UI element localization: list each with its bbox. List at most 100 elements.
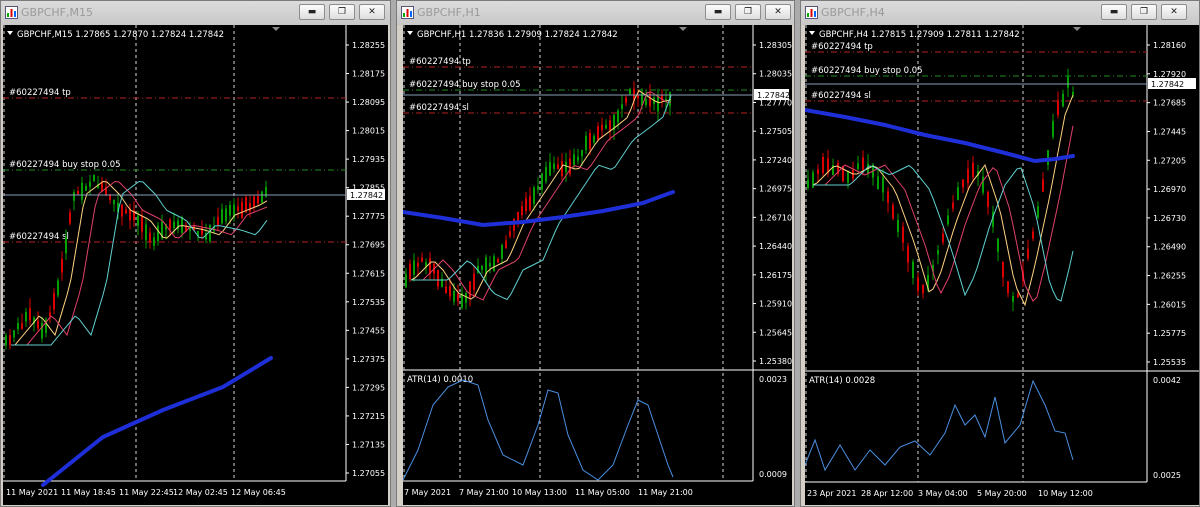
- indicator-scale-max: 0.0042: [1153, 376, 1181, 385]
- current-price-label: 1.27842: [350, 191, 383, 200]
- chart-icon: [805, 6, 818, 19]
- price-chart[interactable]: GBPCHF,H1 1.27836 1.27909 1.27824 1.2784…: [403, 25, 792, 505]
- time-tick-label: 23 Apr 2021: [807, 489, 856, 498]
- candle-bear: [521, 206, 523, 216]
- price-tick-label: 1.27375: [352, 355, 385, 364]
- close-button[interactable]: ✕: [765, 4, 791, 20]
- moving-average-200: [41, 356, 273, 487]
- candle-bull: [65, 236, 67, 254]
- candle-bull: [465, 292, 467, 303]
- restore-icon: ❐: [743, 7, 753, 17]
- price-tick-label: 1.27295: [352, 383, 385, 392]
- candle-bull: [657, 95, 659, 112]
- price-tick-label: 1.27455: [352, 326, 385, 335]
- candle-bear: [169, 219, 171, 230]
- candle-bull: [947, 215, 949, 225]
- candle-bull: [605, 124, 607, 129]
- candle-bull: [629, 89, 631, 95]
- candle-bear: [1002, 261, 1004, 278]
- candle-bull: [549, 162, 551, 176]
- time-tick-label: 5 May 20:00: [977, 489, 1027, 498]
- candle-bull: [537, 186, 539, 190]
- candle-bull: [261, 191, 263, 203]
- candle-bear: [1032, 231, 1034, 239]
- price-tick-label: 1.27215: [352, 412, 385, 421]
- candle-bull: [621, 104, 623, 109]
- order-label-sl: #60227494 sl: [811, 91, 871, 101]
- price-tick-label: 1.28035: [759, 70, 792, 79]
- window-titlebar[interactable]: GBPCHF,H4 ▬ ❐ ✕: [801, 1, 1199, 25]
- candle-bull: [73, 192, 75, 201]
- price-tick-label: 1.26730: [1153, 214, 1186, 223]
- order-label-entry: #60227494 buy stop 0.05: [9, 160, 121, 170]
- candle-bear: [822, 156, 824, 174]
- chart-window-h1[interactable]: GBPCHF,H1 ▬ ❐ ✕ GBPCHF,H1 1.27836 1.2790…: [396, 0, 795, 507]
- window-titlebar[interactable]: GBPCHF,M15 ▬ ❐ ✕: [1, 1, 390, 25]
- window-titlebar[interactable]: GBPCHF,H1 ▬ ❐ ✕: [397, 1, 794, 25]
- restore-button[interactable]: ❐: [735, 4, 761, 20]
- chart-canvas[interactable]: GBPCHF,H4 1.27815 1.27909 1.27811 1.2784…: [805, 25, 1199, 505]
- minimize-button[interactable]: ▬: [705, 4, 731, 20]
- chart-canvas[interactable]: GBPCHF,H1 1.27836 1.27909 1.27824 1.2784…: [403, 25, 792, 505]
- candle-bear: [249, 203, 251, 212]
- candle-bull: [153, 237, 155, 246]
- candle-bear: [987, 191, 989, 207]
- candle-bull: [41, 323, 43, 339]
- candle-bull: [493, 256, 495, 271]
- chart-menu-arrow: [407, 31, 413, 35]
- moving-average-line: [812, 94, 1074, 307]
- candle-bear: [437, 270, 439, 287]
- price-tick-label: 1.28255: [352, 41, 385, 50]
- chart-canvas[interactable]: GBPCHF,M15 1.27865 1.27870 1.27824 1.278…: [3, 25, 388, 505]
- candle-bear: [473, 273, 475, 290]
- window-title: GBPCHF,H4: [821, 6, 885, 19]
- window-title: GBPCHF,H1: [417, 6, 481, 19]
- moving-average-line: [411, 91, 672, 301]
- candle-bull: [17, 323, 19, 330]
- candle-bull: [137, 215, 139, 226]
- minimize-button[interactable]: ▬: [299, 4, 325, 20]
- chart-window-h4[interactable]: GBPCHF,H4 ▬ ❐ ✕ GBPCHF,H4 1.27815 1.2790…: [800, 0, 1200, 507]
- indicator-scale-min: 0.0025: [1153, 471, 1181, 480]
- candle-bear: [962, 179, 964, 188]
- order-label-tp: #60227494 tp: [811, 42, 873, 52]
- close-button[interactable]: ✕: [1161, 4, 1187, 20]
- price-tick-label: 1.26710: [759, 213, 792, 222]
- close-button[interactable]: ✕: [359, 4, 385, 20]
- candle-bear: [409, 263, 411, 280]
- chart-window-m15[interactable]: GBPCHF,M15 ▬ ❐ ✕ GBPCHF,M15 1.27865 1.27…: [0, 0, 391, 507]
- candle-bull: [225, 208, 227, 222]
- minimize-button[interactable]: ▬: [1101, 4, 1127, 20]
- candle-bull: [13, 330, 15, 338]
- price-tick-label: 1.26440: [759, 242, 792, 251]
- candle-bear: [509, 231, 511, 237]
- time-tick-label: 11 May 18:45: [61, 488, 116, 497]
- candle-bear: [569, 158, 571, 175]
- time-tick-label: 7 May 2021: [404, 488, 451, 497]
- candle-bull: [1067, 76, 1069, 88]
- price-chart[interactable]: GBPCHF,H4 1.27815 1.27909 1.27811 1.2784…: [805, 25, 1199, 505]
- candle-bear: [557, 164, 559, 169]
- restore-icon: ❐: [337, 7, 347, 17]
- candle-bull: [405, 273, 407, 287]
- candle-bull: [489, 263, 491, 267]
- order-label-sl: #60227494 sl: [9, 232, 69, 242]
- atr-line: [805, 379, 1074, 472]
- candle-bear: [529, 195, 531, 211]
- price-tick-label: 1.26970: [1153, 185, 1186, 194]
- restore-button[interactable]: ❐: [1131, 4, 1157, 20]
- candle-bull: [1012, 296, 1014, 302]
- candle-bull: [1072, 91, 1074, 96]
- candle-bear: [1057, 100, 1059, 115]
- candle-bear: [237, 206, 239, 211]
- candle-bull: [847, 170, 849, 183]
- candle-bear: [149, 232, 151, 243]
- candle-bull: [5, 335, 7, 346]
- price-chart[interactable]: GBPCHF,M15 1.27865 1.27870 1.27824 1.278…: [3, 25, 388, 505]
- chart-menu-arrow: [7, 31, 13, 35]
- price-tick-label: 1.25775: [1153, 329, 1186, 338]
- price-tick-label: 1.26175: [759, 271, 792, 280]
- indicator-scale-max: 0.0023: [759, 375, 787, 384]
- restore-button[interactable]: ❐: [329, 4, 355, 20]
- candle-bull: [553, 163, 555, 169]
